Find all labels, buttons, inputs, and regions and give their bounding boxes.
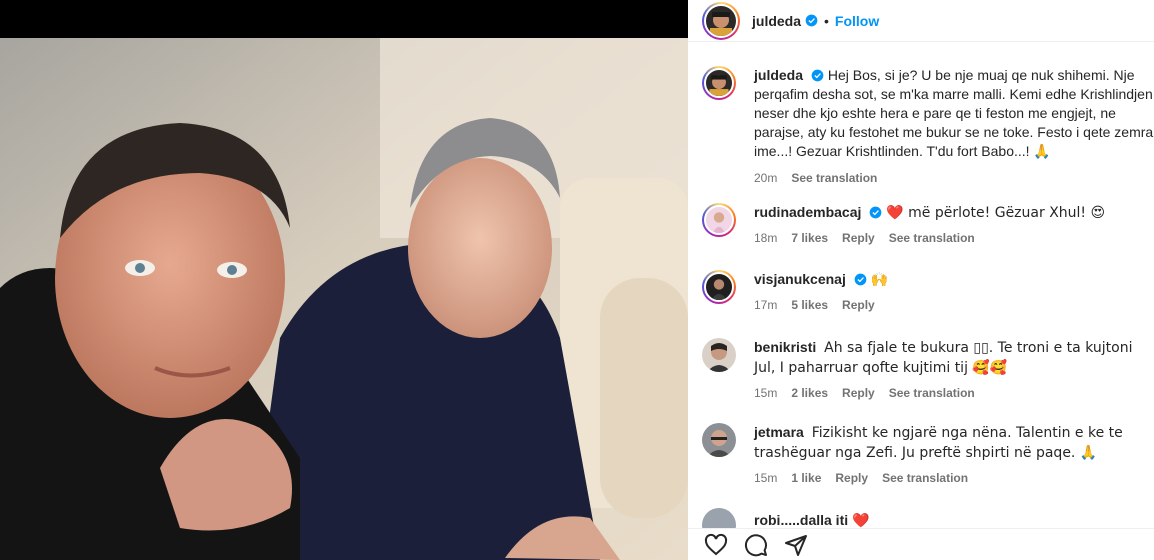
verified-badge-icon [854,273,867,286]
comment-time[interactable]: 15m [754,384,777,403]
author-avatar[interactable] [702,1,740,40]
comment-see-translation[interactable]: See translation [882,469,968,488]
comment-likes[interactable]: 1 like [791,469,821,488]
share-icon[interactable] [784,533,808,557]
commenter-avatar[interactable] [702,338,736,372]
verified-badge-icon [811,69,824,82]
verified-badge-icon [805,14,818,27]
comment-text: Fizikisht ke ngjarë nga nëna. Talentin e… [754,425,1123,461]
caption-username[interactable]: juldeda [754,67,803,83]
comment-text: 🙌 [870,272,889,288]
comment-username[interactable]: benikristi [754,339,816,355]
post-action-bar [688,528,1154,560]
comment-username[interactable]: rudinadembacaj [754,204,861,220]
comment-time[interactable]: 17m [754,296,777,315]
caption-see-translation[interactable]: See translation [791,169,877,188]
caption-author-avatar[interactable] [702,66,736,100]
commenter-avatar[interactable] [702,423,736,457]
comment-likes[interactable]: 5 likes [791,296,828,315]
comment-row: rudinadembacaj ❤️ më përlote! Gëzuar Xhu… [702,203,1154,248]
comment-row: benikristi Ah sa fjale te bukura ▯▯. Te … [702,338,1154,403]
comment-username[interactable]: jetmara [754,424,804,440]
comment-username[interactable]: visjanukcenaj [754,271,846,287]
post-header: juldeda • Follow [688,0,1154,42]
comment-text: ❤️ më përlote! Gëzuar Xhul! 😍 [886,205,1106,221]
author-username[interactable]: juldeda [752,13,801,29]
separator-dot: • [824,12,829,29]
comment-likes[interactable]: 2 likes [791,384,828,403]
commenter-avatar[interactable] [702,508,736,528]
partial-comment-text: robi.....dalla iti ❤️ [754,512,870,528]
comment-time[interactable]: 15m [754,469,777,488]
comment-see-translation[interactable]: See translation [889,229,975,248]
comment-reply-button[interactable]: Reply [842,229,875,248]
caption-time[interactable]: 20m [754,169,777,188]
follow-button[interactable]: Follow [835,13,879,29]
post-side-panel: juldeda • Follow juldeda Hej Bos, si je?… [688,0,1154,560]
comment-likes[interactable]: 7 likes [791,229,828,248]
comment-icon[interactable] [744,533,768,557]
comment-time[interactable]: 18m [754,229,777,248]
comment-see-translation[interactable]: See translation [889,384,975,403]
partial-comment-row: robi.....dalla iti ❤️ [702,508,1142,528]
commenter-avatar[interactable] [702,203,736,237]
post-media [0,0,688,560]
comment-row: jetmara Fizikisht ke ngjarë nga nëna. Ta… [702,423,1154,488]
comment-reply-button[interactable]: Reply [835,469,868,488]
heart-icon[interactable] [704,533,728,557]
verified-badge-icon [870,206,882,219]
post-photo[interactable] [0,38,688,560]
commenter-avatar[interactable] [702,270,736,304]
comment-reply-button[interactable]: Reply [842,296,875,315]
comment-reply-button[interactable]: Reply [842,384,875,403]
comment-row: visjanukcenaj 🙌 17m 5 likes Reply [702,270,1154,315]
caption-row: juldeda Hej Bos, si je? U be nje muaj qe… [702,66,1154,188]
